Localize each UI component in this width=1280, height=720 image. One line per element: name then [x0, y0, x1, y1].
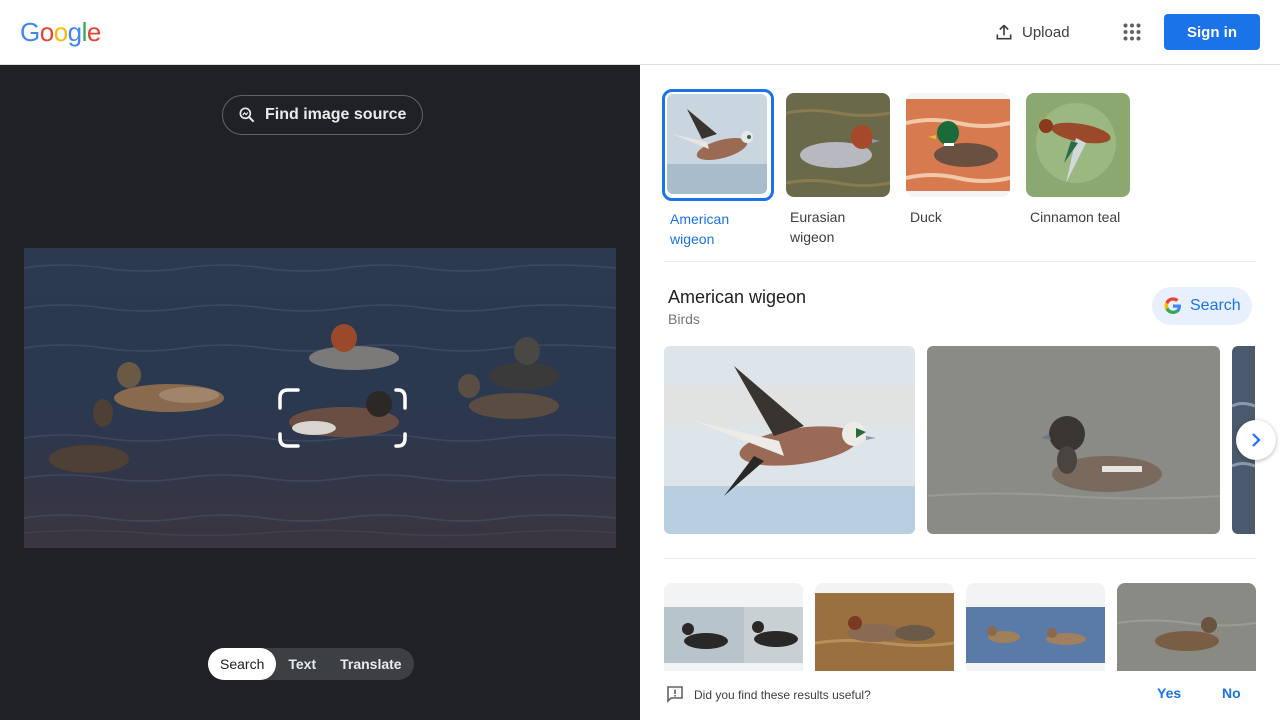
apps-button[interactable] [1116, 16, 1148, 48]
google-logo[interactable]: Google [20, 17, 101, 48]
mode-text-button[interactable]: Text [276, 648, 328, 680]
feedback-question: Did you find these results useful? [694, 688, 871, 702]
feedback-yes-button[interactable]: Yes [1157, 685, 1181, 701]
image-search-icon [239, 107, 255, 123]
upload-label: Upload [1022, 23, 1070, 41]
chip-cinnamon-teal[interactable]: Cinnamon teal [1024, 89, 1132, 249]
chevron-right-icon [1252, 433, 1261, 447]
carousel-next-button[interactable] [1236, 420, 1276, 460]
apps-grid-icon [1123, 23, 1141, 41]
visual-match-thumbnail[interactable] [966, 583, 1105, 673]
visual-match-thumbnail[interactable] [664, 583, 803, 673]
upload-button[interactable]: Upload [986, 14, 1082, 50]
chip-eurasian-wigeon[interactable]: Eurasian wigeon [784, 89, 892, 249]
chip-label: Cinnamon teal [1030, 209, 1121, 225]
chip-label: Eurasian wigeon [790, 209, 846, 245]
visual-match-thumbnail[interactable] [1117, 583, 1256, 673]
divider [664, 558, 1256, 559]
feedback-icon [667, 686, 683, 703]
result-image-2[interactable] [927, 346, 1220, 534]
mode-search-button[interactable]: Search [208, 648, 277, 680]
upload-icon [996, 24, 1012, 40]
chip-label: Duck [910, 209, 942, 225]
query-photo[interactable] [24, 248, 616, 548]
result-title: American wigeon [668, 287, 807, 307]
find-image-source-button[interactable]: Find image source [222, 95, 424, 135]
chip-thumbnail [906, 93, 1010, 197]
google-g-icon [1164, 297, 1181, 314]
lens-mode-switcher: Search Text Translate [208, 648, 414, 680]
chip-duck[interactable]: Duck [904, 89, 1012, 249]
find-image-source-label: Find image source [265, 106, 407, 123]
chip-thumbnail [662, 89, 774, 201]
sign-in-button[interactable]: Sign in [1164, 14, 1260, 50]
top-bar: Google Upload Sign in [0, 0, 1280, 65]
chip-thumbnail [786, 93, 890, 197]
visual-match-thumbnail[interactable] [815, 583, 954, 673]
chip-american-wigeon[interactable]: American wigeon [662, 89, 774, 249]
chip-thumbnail [1026, 93, 1130, 197]
feedback-bar: Did you find these results useful? Yes N… [640, 671, 1280, 720]
google-search-label: Search [1190, 297, 1241, 314]
chip-label: American wigeon [670, 211, 730, 247]
visual-matches-grid [664, 583, 1256, 673]
results-panel: American wigeon Eurasian wigeon Duck Cin… [640, 65, 1280, 720]
feedback-no-button[interactable]: No [1222, 685, 1241, 701]
divider [664, 261, 1256, 262]
result-subtitle: Birds [668, 311, 700, 327]
mode-translate-button[interactable]: Translate [328, 648, 413, 680]
result-image-1[interactable] [664, 346, 915, 534]
query-image-panel: Find image source Search Text Translate [0, 65, 640, 720]
entity-chips: American wigeon Eurasian wigeon Duck Cin… [662, 89, 1132, 249]
google-search-button[interactable]: Search [1152, 287, 1252, 325]
